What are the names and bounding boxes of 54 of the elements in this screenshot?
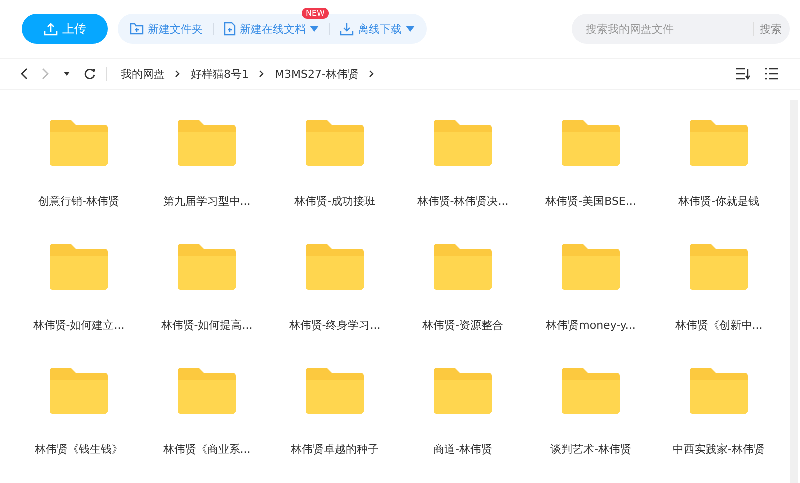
upload-icon — [44, 22, 58, 36]
folder-icon — [50, 244, 108, 290]
caret-icon — [406, 26, 415, 32]
folder-item[interactable]: 林伟贤-成功接班 — [271, 106, 399, 230]
breadcrumb-link[interactable]: M3MS27-林伟贤 — [275, 66, 359, 82]
list-view-icon[interactable] — [765, 68, 778, 80]
folder-item[interactable]: 林伟贤-终身学习... — [271, 230, 399, 354]
folder-item[interactable]: 林伟贤-林伟贤决... — [399, 106, 527, 230]
folder-icon — [690, 368, 748, 414]
chevron-icon — [368, 70, 375, 78]
folder-icon — [562, 368, 620, 414]
dropdown-icon[interactable] — [64, 72, 70, 76]
document-icon — [224, 22, 236, 36]
folder-item[interactable]: 中西实践家-林伟贤 — [655, 354, 783, 478]
folder-item[interactable]: 林伟贤-如何建立... — [15, 230, 143, 354]
folder-item[interactable]: 林伟贤-资源整合 — [399, 230, 527, 354]
caret-icon — [310, 26, 319, 32]
folder-item[interactable]: 林伟贤-美国BSE... — [527, 106, 655, 230]
folder-icon — [306, 120, 364, 166]
folder-icon — [562, 120, 620, 166]
folder-item[interactable]: 林伟贤《创新中... — [655, 230, 783, 354]
folder-item[interactable]: 林伟贤money-y... — [527, 230, 655, 354]
folder-icon — [50, 120, 108, 166]
folder-item[interactable]: 谈判艺术-林伟贤 — [527, 354, 655, 478]
folder-item[interactable]: 林伟贤《钱生钱》 — [15, 354, 143, 478]
sort-icon[interactable] — [736, 68, 751, 80]
folder-icon — [434, 368, 492, 414]
folder-item[interactable]: 林伟贤-你就是钱 — [655, 106, 783, 230]
breadcrumb-link[interactable]: 好样猫8号1 — [191, 66, 249, 82]
refresh-icon[interactable] — [84, 68, 96, 80]
download-icon — [340, 22, 354, 36]
new-badge: NEW — [302, 8, 329, 18]
chevron-icon — [259, 70, 265, 78]
folder-item[interactable]: 林伟贤-如何提高... — [143, 230, 271, 354]
chevron-icon — [175, 70, 181, 78]
folder-icon — [690, 120, 748, 166]
breadcrumb-link[interactable]: 我的网盘 — [121, 66, 165, 82]
folder-icon — [306, 244, 364, 290]
folder-icon — [306, 368, 364, 414]
folder-icon — [690, 244, 748, 290]
folder-item[interactable]: 创意行销-林伟贤 — [15, 106, 143, 230]
folder-item[interactable]: 林伟贤《商业系... — [143, 354, 271, 478]
folder-item[interactable]: 第九届学习型中... — [143, 106, 271, 230]
folder-item[interactable]: 林伟贤卓越的种子 — [271, 354, 399, 478]
folder-icon — [434, 120, 492, 166]
folder-icon — [434, 244, 492, 290]
folder-icon — [178, 368, 236, 414]
folder-icon — [178, 244, 236, 290]
folder-item[interactable]: 商道-林伟贤 — [399, 354, 527, 478]
folder-icon — [562, 244, 620, 290]
back-icon[interactable] — [20, 68, 28, 80]
folder-plus-icon — [130, 23, 144, 35]
folder-icon — [178, 120, 236, 166]
folder-icon — [50, 368, 108, 414]
